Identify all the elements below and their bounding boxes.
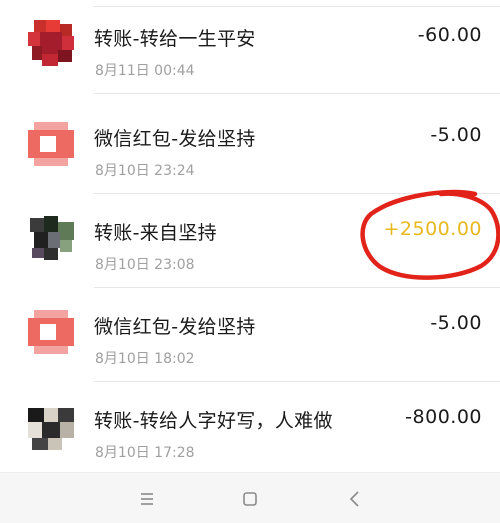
avatar (26, 18, 76, 68)
transaction-row[interactable]: 微信红包-发给坚持 8月10日 23:24 -5.00 (0, 100, 500, 194)
red-packet-icon (26, 306, 76, 356)
transaction-title: 微信红包-发给坚持 (94, 128, 256, 150)
transaction-row[interactable]: 转账-来自坚持 8月10日 23:08 +2500.00 (0, 194, 500, 288)
back-chevron-icon[interactable] (340, 485, 370, 513)
transaction-time: 8月10日 23:08 (95, 257, 195, 273)
transaction-time: 8月11日 00:44 (95, 63, 195, 79)
transaction-title: 转账-转给一生平安 (94, 28, 256, 50)
red-packet-icon (26, 118, 76, 168)
transaction-row[interactable]: 转账-转给一生平安 8月11日 00:44 -60.00 (0, 0, 500, 94)
transaction-amount: -5.00 (430, 312, 482, 334)
transaction-amount: -5.00 (430, 124, 482, 146)
transaction-time: 8月10日 17:28 (95, 445, 195, 461)
transaction-amount: -800.00 (405, 406, 482, 428)
system-navigation-bar (0, 472, 500, 523)
avatar (26, 404, 76, 454)
home-square-icon[interactable] (235, 485, 265, 513)
transaction-list: 转账-转给一生平安 8月11日 00:44 -60.00 微信红包-发给坚持 8… (0, 0, 500, 472)
avatar (26, 212, 76, 262)
transaction-row[interactable]: 微信红包-发给坚持 8月10日 18:02 -5.00 (0, 288, 500, 382)
transaction-amount-income: +2500.00 (383, 218, 482, 240)
transaction-title: 微信红包-发给坚持 (94, 316, 256, 338)
transaction-amount: -60.00 (417, 24, 482, 46)
transaction-time: 8月10日 18:02 (95, 351, 195, 367)
divider (94, 93, 500, 94)
transaction-title: 转账-转给人字好写，人难做 (94, 410, 333, 432)
menu-icon[interactable] (132, 485, 162, 513)
transaction-title: 转账-来自坚持 (94, 222, 217, 244)
transaction-time: 8月10日 23:24 (95, 163, 195, 179)
transaction-row[interactable]: 转账-转给人字好写，人难做 8月10日 17:28 -800.00 (0, 382, 500, 476)
